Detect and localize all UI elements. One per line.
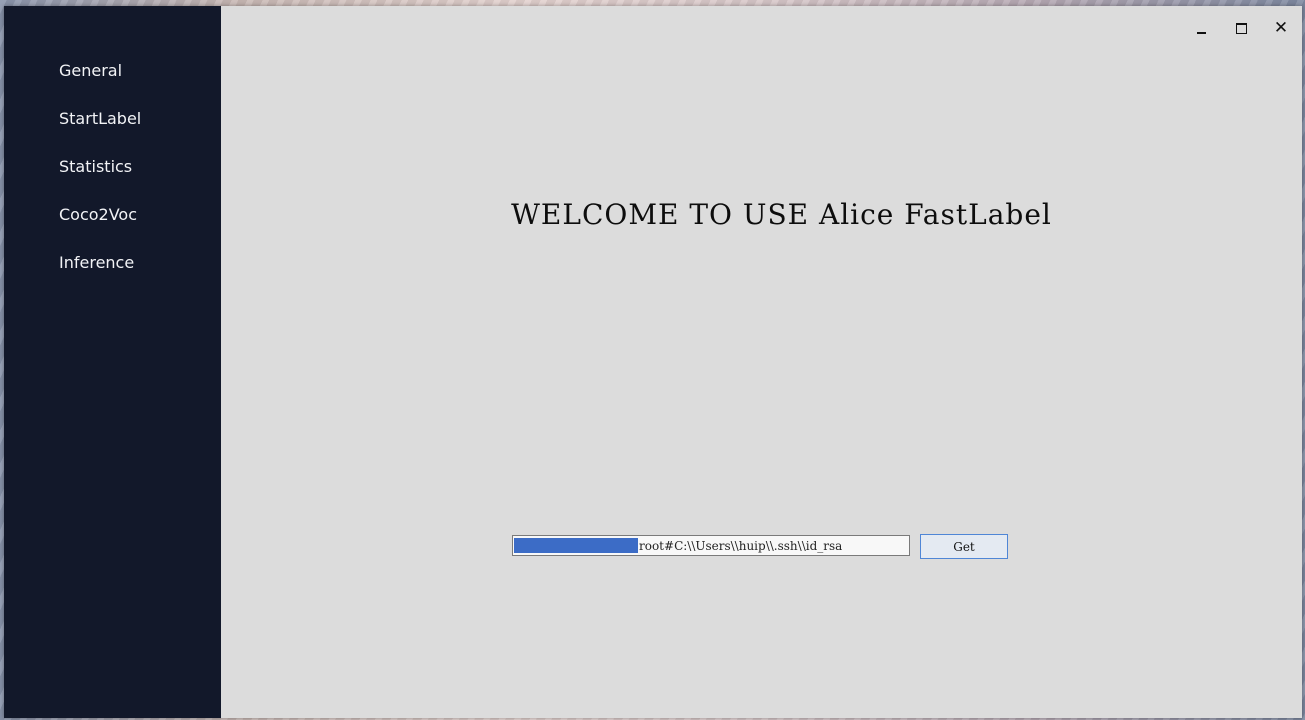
minimize-icon	[1196, 31, 1206, 34]
sidebar-item-general[interactable]: General	[59, 61, 122, 80]
welcome-title: WELCOME TO USE Alice FastLabel	[511, 198, 1052, 231]
get-button[interactable]: Get	[920, 534, 1008, 559]
main-panel: ✕ WELCOME TO USE Alice FastLabel root#C:…	[221, 6, 1302, 718]
sidebar: General StartLabel Statistics Coco2Voc I…	[4, 6, 221, 718]
sidebar-item-coco2voc[interactable]: Coco2Voc	[59, 205, 137, 224]
sidebar-item-inference[interactable]: Inference	[59, 253, 134, 272]
sidebar-item-statistics[interactable]: Statistics	[59, 157, 132, 176]
sidebar-item-startlabel[interactable]: StartLabel	[59, 109, 141, 128]
maximize-icon	[1235, 22, 1247, 34]
minimize-button[interactable]	[1189, 18, 1213, 38]
text-selection-highlight	[514, 538, 638, 553]
path-input[interactable]: root#C:\\Users\\huip\\.ssh\\id_rsa	[512, 535, 910, 556]
maximize-button[interactable]	[1229, 18, 1253, 38]
path-input-value: root#C:\\Users\\huip\\.ssh\\id_rsa	[639, 538, 843, 553]
close-icon: ✕	[1273, 17, 1289, 38]
app-window: General StartLabel Statistics Coco2Voc I…	[4, 6, 1302, 718]
close-button[interactable]: ✕	[1269, 18, 1293, 38]
